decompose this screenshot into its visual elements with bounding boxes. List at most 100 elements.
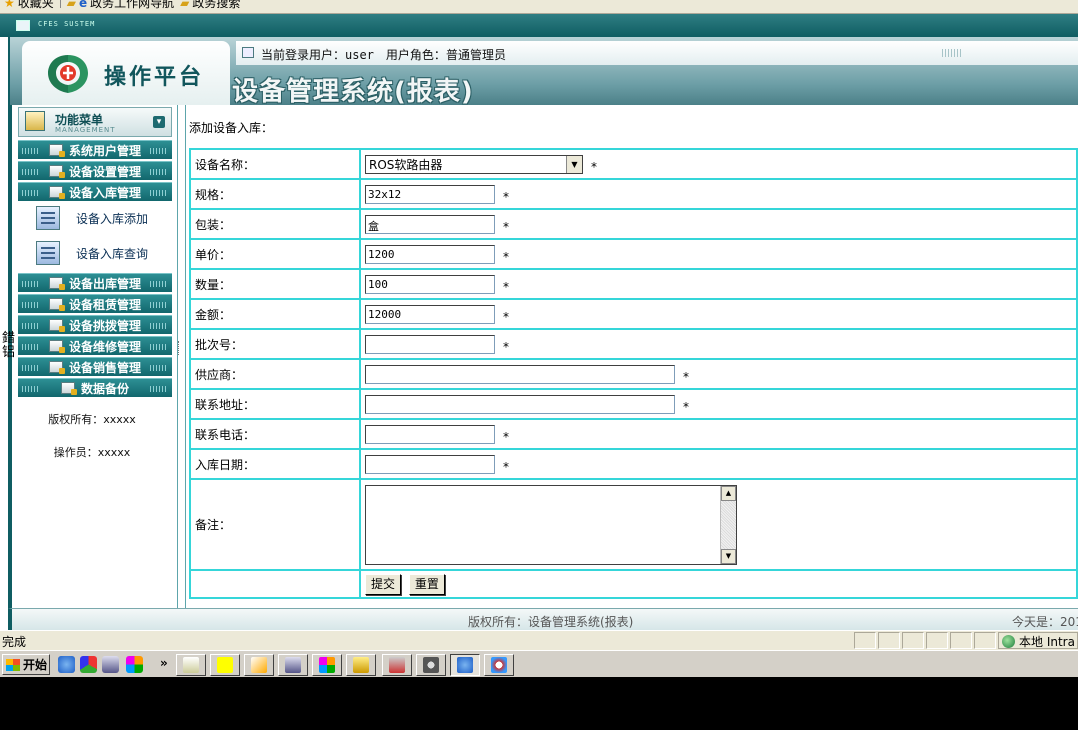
notepad-icon <box>183 657 199 673</box>
required-mark: * <box>503 429 509 444</box>
favorites-bar: ★ 收藏夹 ▰ e 政务工作网导航 ▰ 政务搜索 <box>0 0 1078 14</box>
field-label: 单价： <box>189 238 361 270</box>
package-input[interactable]: 盒 <box>365 214 495 234</box>
form-row: 设备名称： ROS软路由器 ▼ * <box>189 148 1078 180</box>
chevron-down-icon[interactable]: ▼ <box>566 155 582 173</box>
field-label: 联系电话： <box>189 418 361 450</box>
app-window: CFES SUSTEM 操作平台 当前登录用户：user 用户角色：普通管理员 设… <box>0 14 1078 630</box>
module-icon <box>48 277 65 290</box>
app-header: 操作平台 当前登录用户：user 用户角色：普通管理员 设备管理系统(报表) <box>8 37 1078 107</box>
sidebar-item-inbound-add[interactable]: 设备入库添加 <box>36 203 176 233</box>
form-row: 供应商： * <box>189 358 1078 390</box>
phone-input[interactable] <box>365 424 495 444</box>
field-label: 入库日期： <box>189 448 361 480</box>
taskbar-app-folder[interactable] <box>346 654 376 676</box>
palette-icon[interactable] <box>126 656 143 673</box>
taskbar-app-browser[interactable] <box>484 654 514 676</box>
scroll-up-icon[interactable]: ▲ <box>721 485 736 501</box>
tools-icon <box>389 657 405 673</box>
device-name-select[interactable]: ROS软路由器 ▼ <box>365 154 583 174</box>
taskbar-app-notepad[interactable] <box>176 654 206 676</box>
favorite-link-search[interactable]: ▰ 政务搜索 <box>180 0 240 11</box>
module-icon <box>60 382 77 395</box>
batch-number-input[interactable] <box>365 334 495 354</box>
field-label: 规格： <box>189 178 361 210</box>
field-label: 备注： <box>189 478 361 571</box>
taskbar-app-ie-active[interactable] <box>450 654 480 676</box>
ie-icon <box>457 657 473 673</box>
spec-input[interactable]: 32x12 <box>365 184 495 204</box>
form-row: 规格： 32x12 * <box>189 178 1078 210</box>
favorites-button[interactable]: ★ 收藏夹 <box>4 0 54 11</box>
taskbar-app-tools[interactable] <box>382 654 412 676</box>
form-row: 备注： ▲ ▼ <box>189 478 1078 571</box>
taskbar-app-palette[interactable] <box>312 654 342 676</box>
field-label: 联系地址： <box>189 388 361 420</box>
module-icon <box>48 319 65 332</box>
taskbar-app-explorer[interactable] <box>278 654 308 676</box>
menu-item-system-users[interactable]: 系统用户管理 <box>18 140 172 159</box>
divider <box>59 0 61 8</box>
module-icon <box>48 361 65 374</box>
frame-splitter[interactable] <box>178 105 186 608</box>
sidebar-operator: 操作员：xxxxx <box>53 446 131 459</box>
module-icon <box>48 186 65 199</box>
unit-price-input[interactable]: 1200 <box>365 244 495 264</box>
folder-icon <box>353 657 369 673</box>
system-strip: CFES SUSTEM <box>0 14 1078 37</box>
amount-input[interactable]: 12000 <box>365 304 495 324</box>
sidebar: 功能菜单 MANAGEMENT ▾ 系统用户管理 设备设置管理 设备入库管理 设… <box>8 105 178 608</box>
module-icon <box>48 340 65 353</box>
submit-button[interactable]: 提交 <box>365 573 402 595</box>
main-content: 添加设备入库： 设备名称： ROS软路由器 ▼ * 规格： 32x12 * 包装： 盒… <box>187 105 1078 608</box>
quantity-input[interactable]: 100 <box>365 274 495 294</box>
field-label: 供应商： <box>189 358 361 390</box>
start-button[interactable]: 开始 <box>2 654 50 675</box>
form-row: 入库日期： * <box>189 448 1078 480</box>
chevron-right-icon[interactable]: » <box>160 656 168 670</box>
menu-item-data-backup[interactable]: 数据备份 <box>18 378 172 397</box>
module-icon <box>48 165 65 178</box>
monitor-icon <box>16 20 30 31</box>
menu-item-device-repair[interactable]: 设备维修管理 <box>18 336 172 355</box>
browser-icon <box>491 657 507 673</box>
taskbar-app-settings[interactable] <box>416 654 446 676</box>
reset-button[interactable]: 重置 <box>408 573 445 595</box>
clipped-glyph: 錯 铝 <box>2 331 16 360</box>
required-mark: * <box>503 459 509 474</box>
scroll-down-icon[interactable]: ▼ <box>721 548 736 564</box>
ie-icon[interactable] <box>58 656 75 673</box>
taskbar-app-paint[interactable] <box>244 654 274 676</box>
inbound-date-input[interactable] <box>365 454 495 474</box>
scrollbar[interactable]: ▲ ▼ <box>720 485 736 564</box>
address-input[interactable] <box>365 394 675 414</box>
logo: 操作平台 <box>22 41 230 105</box>
inbound-form: 设备名称： ROS软路由器 ▼ * 规格： 32x12 * 包装： 盒 * 单价： 12… <box>189 148 1078 599</box>
collapse-toggle-icon[interactable]: ▾ <box>153 116 165 128</box>
menu-item-device-settings[interactable]: 设备设置管理 <box>18 161 172 180</box>
required-mark: * <box>503 219 509 234</box>
form-row: 单价： 1200 * <box>189 238 1078 270</box>
favorite-link-nav[interactable]: ▰ e 政务工作网导航 <box>67 0 174 11</box>
supplier-input[interactable] <box>365 364 675 384</box>
menu-item-device-rental[interactable]: 设备租赁管理 <box>18 294 172 313</box>
form-row: 包装： 盒 * <box>189 208 1078 240</box>
taskbar-app-help[interactable] <box>210 654 240 676</box>
form-row: 提交 重置 <box>189 569 1078 599</box>
computer-icon[interactable] <box>102 656 119 673</box>
screen-border <box>0 677 1078 730</box>
ie-icon: e <box>79 0 88 10</box>
required-mark: * <box>503 309 509 324</box>
sidebar-item-inbound-query[interactable]: 设备入库查询 <box>36 238 176 268</box>
logo-text: 操作平台 <box>104 65 205 90</box>
menu-item-device-outbound[interactable]: 设备出库管理 <box>18 273 172 292</box>
menu-item-device-transfer[interactable]: 设备挑拨管理 <box>18 315 172 334</box>
globe-icon <box>1002 635 1015 648</box>
menu-item-device-sales[interactable]: 设备销售管理 <box>18 357 172 376</box>
required-mark: * <box>503 339 509 354</box>
module-icon <box>48 144 65 157</box>
menu-item-device-inbound[interactable]: 设备入库管理 <box>18 182 172 201</box>
footer-date: 今天是：201 <box>1012 615 1078 629</box>
media-icon[interactable] <box>80 656 97 673</box>
memo-textarea[interactable]: ▲ ▼ <box>365 484 737 565</box>
